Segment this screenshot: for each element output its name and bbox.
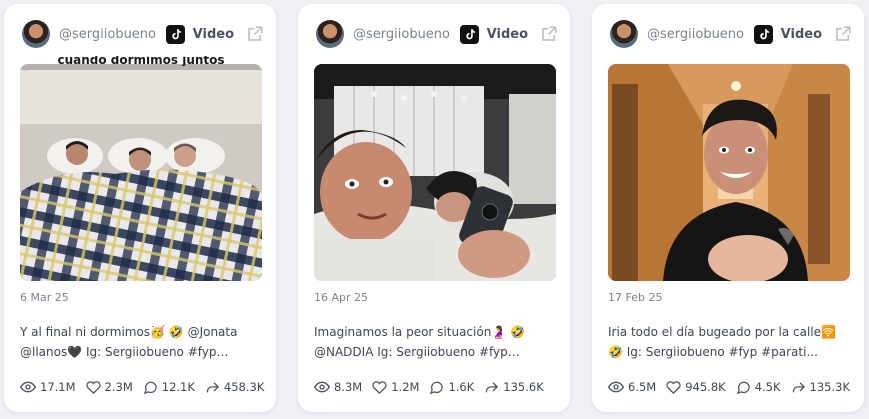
views-count: 17.1M: [40, 380, 76, 394]
post-caption: Imaginamos la peor situación🤰 🤣 @NADDIA …: [314, 325, 526, 359]
likes-stat: 945.8K: [666, 380, 726, 395]
eye-icon: [20, 381, 36, 393]
shares-stat: 135.6K: [484, 380, 544, 395]
tiktok-icon: [165, 24, 185, 44]
platform-label: Video: [780, 26, 822, 42]
external-link-icon[interactable]: [834, 25, 852, 43]
external-link-icon[interactable]: [540, 25, 558, 43]
share-icon: [486, 382, 499, 392]
post-date: 17 Feb 25: [608, 291, 663, 304]
shares-stat: 458.3K: [205, 380, 264, 395]
likes-count: 2.3M: [104, 380, 133, 394]
card-header: @sergiiobueno Video: [22, 19, 264, 49]
comments-stat: 12.1K: [143, 380, 195, 395]
views-stat: 6.5M: [608, 379, 656, 395]
views-count: 8.3M: [334, 380, 363, 394]
shares-count: 135.3K: [809, 380, 850, 394]
post-date: 6 Mar 25: [20, 291, 69, 304]
post-date: 16 Apr 25: [314, 291, 369, 304]
card-header: @sergiiobueno Video: [316, 19, 558, 49]
post-card[interactable]: @sergiiobueno Video: [592, 4, 864, 412]
comment-icon: [143, 381, 157, 394]
tiktok-icon: [459, 24, 479, 44]
author-handle[interactable]: @sergiiobueno: [59, 27, 156, 42]
stats-row: 6.5M 945.8K 4.5K 135.3K: [608, 378, 854, 396]
views-stat: 8.3M: [314, 379, 362, 395]
video-thumbnail[interactable]: [314, 64, 556, 281]
comment-icon: [736, 381, 750, 394]
shares-count: 458.3K: [223, 380, 265, 394]
stats-row: 8.3M 1.2M 1.6K 135.6K: [314, 378, 560, 396]
comments-count: 1.6K: [448, 380, 475, 394]
video-thumbnail[interactable]: [608, 64, 850, 281]
comments-stat: 1.6K: [429, 380, 474, 395]
likes-count: 945.8K: [685, 380, 726, 394]
platform-label: Video: [192, 26, 234, 42]
external-link-icon[interactable]: [246, 25, 264, 43]
avatar[interactable]: [316, 20, 344, 48]
comments-count: 12.1K: [161, 380, 195, 394]
likes-stat: 2.3M: [85, 380, 133, 395]
share-icon: [206, 382, 219, 392]
video-thumbnail[interactable]: [20, 64, 262, 281]
comments-stat: 4.5K: [736, 380, 781, 395]
share-icon: [792, 382, 805, 392]
author-handle[interactable]: @sergiiobueno: [353, 27, 450, 42]
avatar[interactable]: [22, 20, 50, 48]
post-caption: Y al final ni dormimos🥳 🤣 @Jonata @llano…: [20, 325, 238, 359]
post-card[interactable]: @sergiiobueno Video: [298, 4, 570, 412]
comments-count: 4.5K: [754, 380, 781, 394]
eye-icon: [608, 381, 624, 393]
platform-label: Video: [486, 26, 528, 42]
heart-icon: [372, 380, 387, 394]
eye-icon: [314, 381, 330, 393]
shares-stat: 135.3K: [791, 380, 850, 395]
author-handle[interactable]: @sergiiobueno: [647, 27, 744, 42]
views-stat: 17.1M: [20, 379, 76, 395]
thumbnail-overlay-text: cuando dormimos juntos: [57, 56, 225, 66]
views-count: 6.5M: [628, 380, 657, 394]
heart-icon: [85, 380, 101, 394]
avatar[interactable]: [610, 20, 638, 48]
post-caption: Iria todo el día bugeado por la calle🛜 🤣…: [608, 325, 836, 359]
card-header: @sergiiobueno Video: [610, 19, 852, 49]
tiktok-icon: [753, 24, 773, 44]
comment-icon: [430, 381, 444, 394]
likes-count: 1.2M: [391, 380, 420, 394]
stats-row: 17.1M 2.3M 12.1K 458.3K: [20, 378, 266, 396]
heart-icon: [666, 380, 681, 394]
likes-stat: 1.2M: [372, 380, 419, 395]
shares-count: 135.6K: [503, 380, 544, 394]
